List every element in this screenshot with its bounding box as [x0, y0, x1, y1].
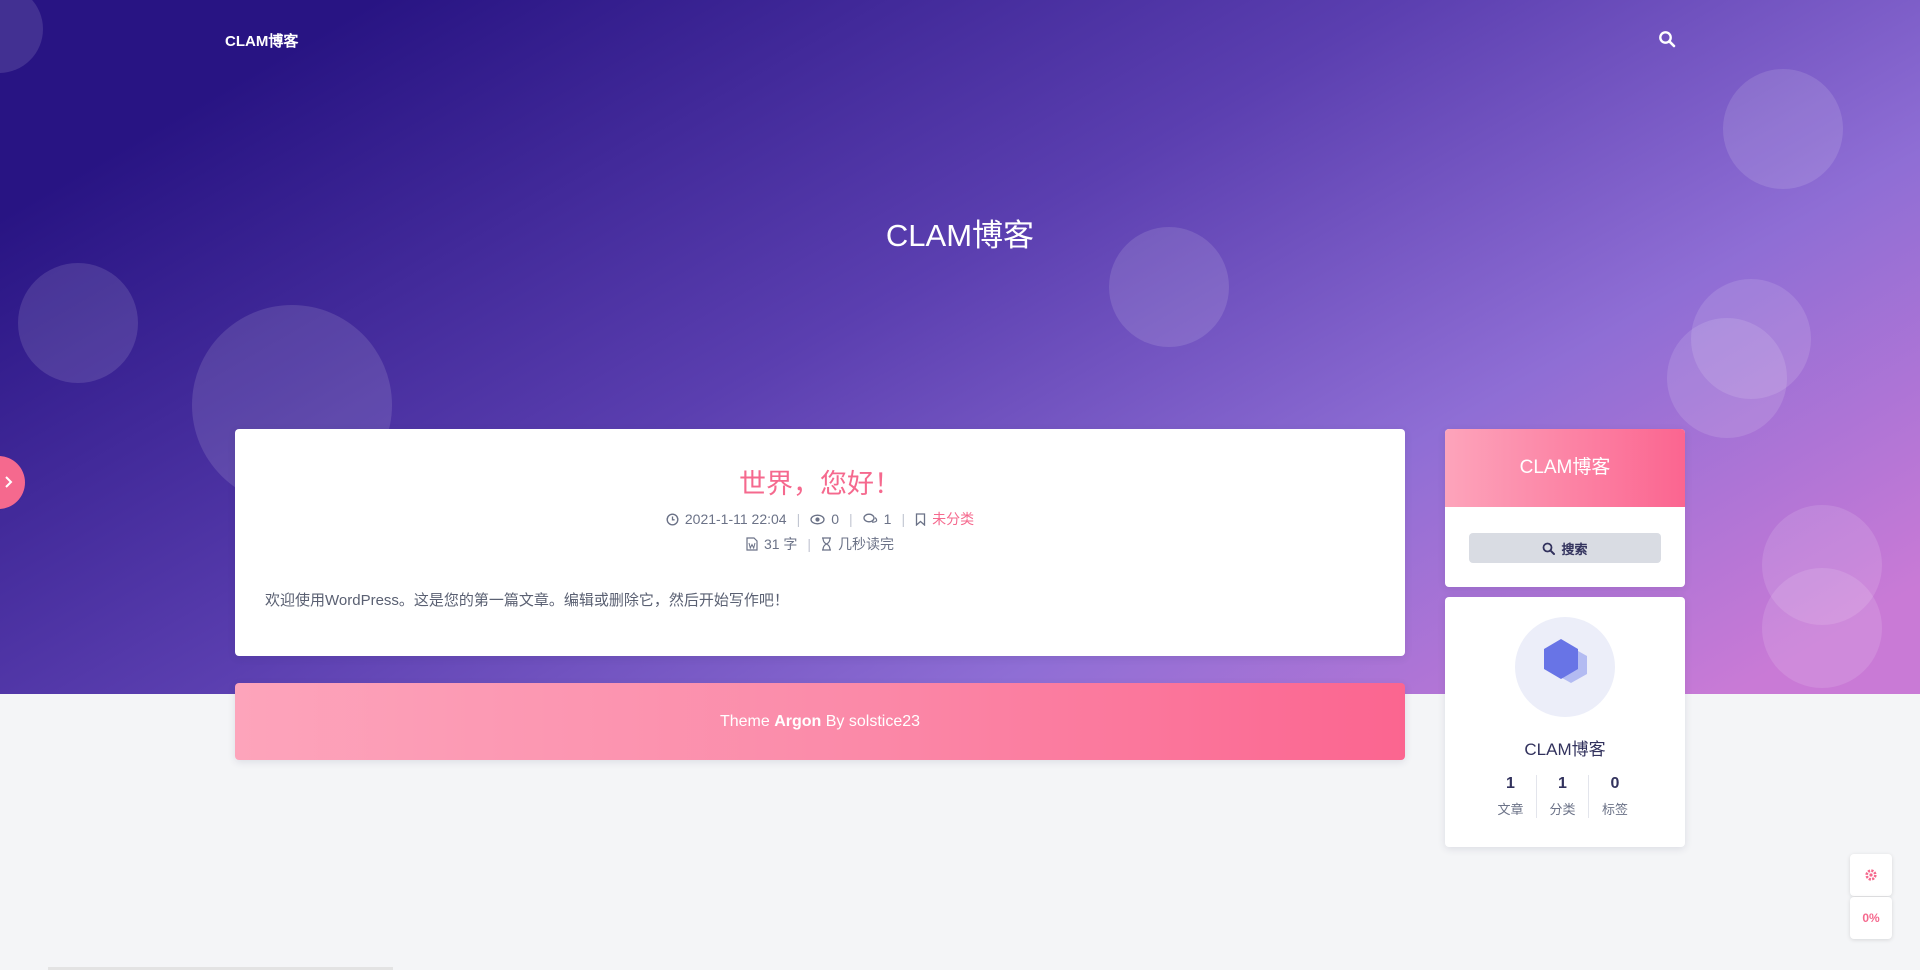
post-card: 世界，您好！ 2021-1-11 22:04 | 0 | 1 | 未分类 31 …: [235, 429, 1405, 656]
hexagon-logo-icon: [1544, 639, 1587, 683]
post-comments[interactable]: 1: [863, 511, 891, 527]
brand-link[interactable]: CLAM博客: [225, 30, 298, 51]
reading-progress[interactable]: 0%: [1850, 897, 1892, 939]
footer-theme-link[interactable]: Argon: [774, 713, 821, 730]
clock-icon: [666, 512, 679, 526]
stat-tags[interactable]: 0 标签: [1589, 775, 1641, 818]
profile-card: CLAM博客 1 文章 1 分类 0 标签: [1445, 597, 1685, 847]
chevron-right-icon: [5, 476, 13, 488]
post-date: 2021-1-11 22:04: [666, 511, 787, 527]
top-navbar: CLAM博客: [0, 0, 1920, 78]
post-title[interactable]: 世界，您好！: [235, 462, 1405, 501]
post-read-time: 几秒读完: [821, 534, 894, 554]
stat-posts[interactable]: 1 文章: [1485, 775, 1537, 818]
eye-icon: [810, 514, 825, 524]
post-meta: 2021-1-11 22:04 | 0 | 1 | 未分类: [235, 509, 1405, 529]
post-excerpt: 欢迎使用WordPress。这是您的第一篇文章。编辑或删除它，然后开始写作吧！: [265, 592, 789, 609]
gear-icon: [1865, 869, 1877, 881]
search-icon: [1543, 542, 1556, 555]
stat-categories[interactable]: 1 分类: [1537, 775, 1589, 818]
profile-name: CLAM博客: [1524, 740, 1606, 759]
sidebar-header: CLAM博客: [1445, 429, 1685, 507]
search-icon[interactable]: [1658, 30, 1676, 48]
post-meta-secondary: 31 字 | 几秒读完: [235, 534, 1405, 554]
sidebar-search-button[interactable]: 搜索: [1469, 533, 1661, 563]
hourglass-icon: [822, 537, 832, 551]
post-category[interactable]: 未分类: [915, 509, 974, 529]
avatar: [1515, 617, 1615, 717]
comments-icon: [863, 513, 877, 523]
footer-prefix: Theme: [719, 713, 775, 730]
banner-title: CLAM博客: [885, 218, 1035, 253]
post-word-count: 31 字: [746, 534, 797, 554]
post-views: 0: [810, 511, 839, 527]
footer: Theme Argon By solstice23: [235, 683, 1405, 760]
profile-stats: 1 文章 1 分类 0 标签: [1485, 775, 1645, 818]
settings-button[interactable]: [1850, 854, 1892, 896]
bookmark-icon: [915, 512, 926, 526]
word-file-icon: [746, 537, 758, 551]
footer-suffix: By solstice23: [821, 713, 921, 730]
